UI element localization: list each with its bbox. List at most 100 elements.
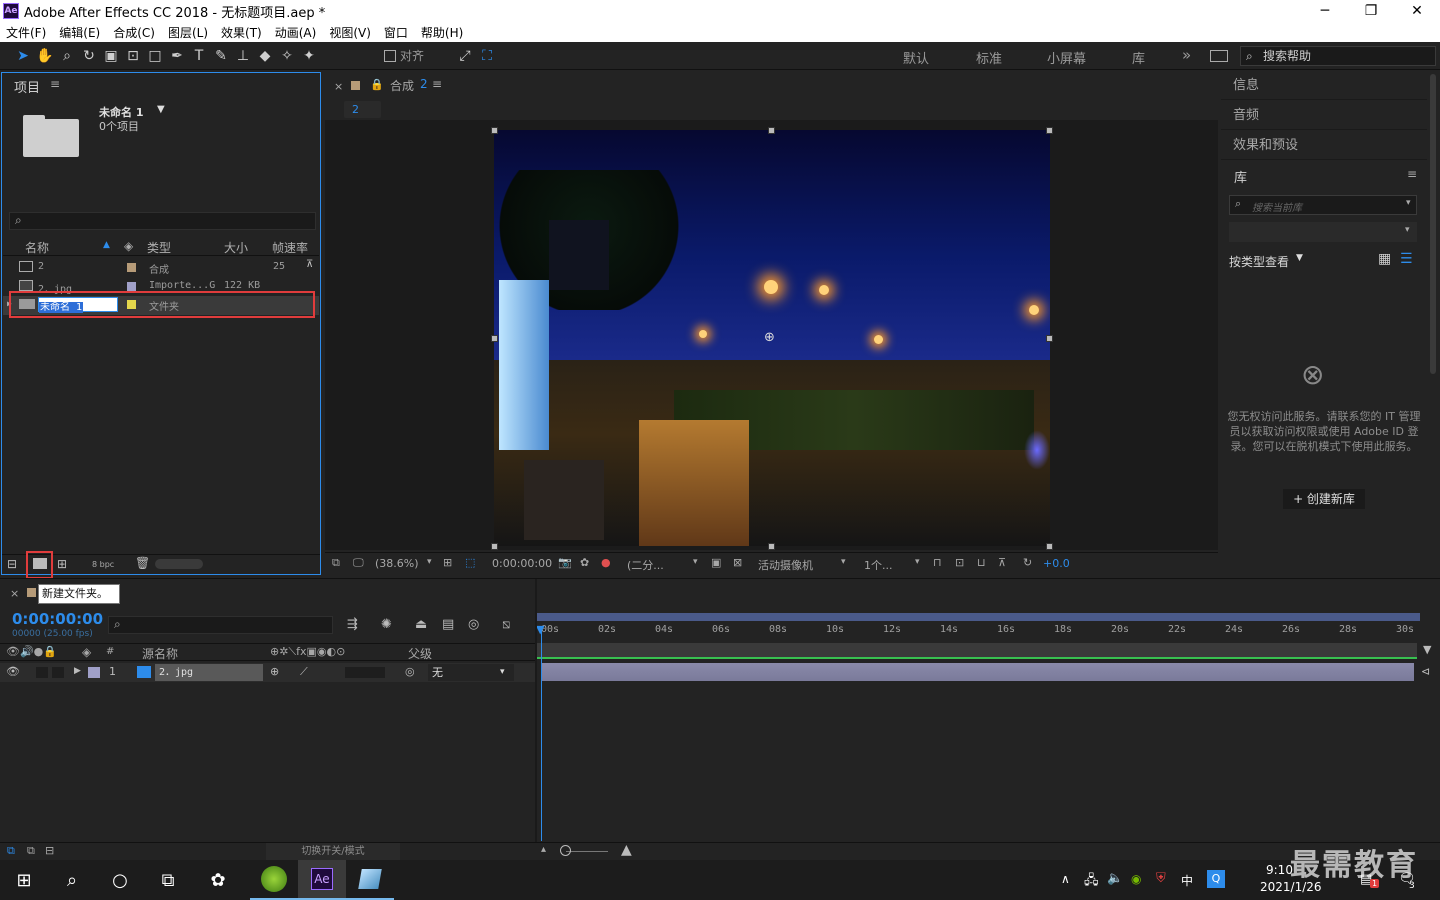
always-preview-icon[interactable]: ⧉ (332, 556, 340, 570)
workspace-library[interactable]: 库 (1132, 48, 1145, 67)
menu-help[interactable]: 帮助(H) (421, 24, 463, 41)
menu-view[interactable]: 视图(V) (329, 24, 371, 41)
close-tab-icon[interactable]: × (10, 587, 19, 600)
reset-exposure-icon[interactable]: ↻ (1023, 556, 1032, 569)
maximize-button[interactable]: ❐ (1348, 0, 1394, 22)
clone-stamp-tool-icon[interactable]: ⊥ (232, 45, 254, 67)
info-panel-tab[interactable]: 信息 (1221, 72, 1427, 100)
snapshot-icon[interactable]: 📷 (558, 556, 572, 569)
mask-visibility-icon[interactable]: ⬚ (465, 556, 475, 569)
in-out-pane-icon[interactable]: ⊟ (45, 844, 54, 857)
graph-editor-icon[interactable]: ⧅ (502, 617, 510, 632)
camera-dropdown[interactable]: 活动摄像机 (758, 557, 813, 573)
chevron-down-icon[interactable]: ▼ (1296, 253, 1303, 263)
panel-menu-icon[interactable]: ≡ (432, 77, 442, 91)
column-type[interactable]: 类型 (147, 239, 171, 256)
grid-view-icon[interactable]: ▦ (1378, 251, 1391, 267)
column-name[interactable]: 名称 (25, 239, 49, 256)
chevron-down-icon[interactable]: ▼ (157, 104, 165, 115)
modes-pane-icon[interactable]: ⧉ (27, 844, 35, 858)
draft-3d-icon[interactable]: ✺ (381, 617, 392, 632)
eraser-tool-icon[interactable]: ◆ (254, 45, 276, 67)
rectangle-tool-icon[interactable]: □ (144, 45, 166, 67)
comp-flowchart-icon[interactable]: ⇶ (347, 617, 358, 632)
transform-handle[interactable] (491, 335, 498, 342)
layer-label-swatch[interactable] (88, 667, 100, 678)
source-name-column[interactable]: 源名称 (142, 645, 178, 662)
timeline-divider[interactable] (535, 579, 537, 843)
menu-effect[interactable]: 效果(T) (221, 24, 262, 41)
resolution-dropdown[interactable]: (二分... (627, 557, 664, 573)
qq-icon[interactable]: Q (1207, 870, 1225, 888)
shy-layers-icon[interactable]: ⏏ (415, 617, 427, 632)
playhead-icon[interactable]: ▼ (536, 623, 544, 636)
bit-depth-button[interactable]: 8 bpc (92, 560, 114, 569)
pan-behind-tool-icon[interactable]: ⊡ (122, 45, 144, 67)
layer-name[interactable]: 2．jpg (155, 664, 263, 681)
fit-view-icon[interactable]: ⊞ (443, 556, 452, 569)
zoom-out-icon[interactable]: ▴ (541, 844, 546, 855)
zoom-tool-icon[interactable]: ⌕ (56, 45, 78, 67)
time-ruler[interactable]: 00s 02s 04s 06s 08s 10s 12s 14s 16s 18s 20s 22s 24s 2… (537, 623, 1420, 641)
audio-toggle[interactable] (36, 667, 48, 678)
zoom-in-icon[interactable]: ▲ (621, 842, 632, 858)
workspace-standard[interactable]: 标准 (976, 48, 1002, 67)
snap-icon[interactable]: ⤢ (454, 45, 476, 67)
layer-duration-bar[interactable] (542, 663, 1414, 681)
library-search-input[interactable]: ⌕ 搜索当前库 ▾ (1229, 195, 1417, 215)
project-item-row[interactable]: 2 合成 25 ⊼ (3, 259, 319, 278)
solo-toggle[interactable] (52, 667, 64, 678)
windows-start-icon[interactable]: ⊞ (0, 860, 48, 900)
rotate-tool-icon[interactable]: ↻ (78, 45, 100, 67)
clock-time[interactable]: 9:10 (1266, 863, 1293, 877)
nvidia-icon[interactable]: ◉ (1131, 872, 1141, 886)
ime-indicator[interactable]: 中 (1181, 872, 1193, 889)
column-fps[interactable]: 帧速率 (272, 239, 308, 256)
flowchart-icon[interactable]: ⊼ (998, 556, 1006, 569)
menu-file[interactable]: 文件(F) (6, 24, 46, 41)
transparency-grid-icon[interactable]: ⊠ (733, 556, 742, 569)
chevron-down-icon[interactable]: ▾ (427, 557, 432, 567)
transform-handle[interactable] (491, 127, 498, 134)
comp-tab-name[interactable]: 2 (420, 77, 428, 91)
views-dropdown[interactable]: 1个... (864, 557, 893, 573)
column-size[interactable]: 大小 (224, 239, 248, 256)
type-tool-icon[interactable]: T (188, 45, 210, 67)
region-of-interest-icon[interactable]: ▣ (711, 556, 721, 569)
close-button[interactable]: ✕ (1394, 0, 1440, 22)
timeline-layer-row[interactable]: 👁 ▶ 1 2．jpg ⊕ ⟋ ◎ 无 ▾ (0, 663, 535, 682)
hand-tool-icon[interactable]: ✋ (34, 45, 56, 67)
zoom-slider-handle[interactable] (560, 845, 571, 856)
menu-window[interactable]: 窗口 (384, 24, 408, 41)
timeline-search-input[interactable]: ⌕ (108, 616, 333, 634)
parent-dropdown[interactable]: 无 ▾ (428, 664, 514, 681)
show-hidden-icons[interactable]: ∧ (1061, 872, 1070, 886)
workspace-overflow-icon[interactable]: » (1182, 46, 1191, 64)
panel-menu-icon[interactable]: ≡ (50, 77, 60, 91)
comp-tab-label[interactable]: 合成 (390, 77, 414, 94)
menu-composition[interactable]: 合成(C) (113, 24, 155, 41)
av-switches-icon[interactable]: 👁🔊●🔒 (6, 645, 57, 658)
workspace-small-screen[interactable]: 小屏幕 (1047, 48, 1086, 67)
search-icon[interactable]: ⌕ (48, 860, 96, 900)
monitor-icon[interactable]: 🖵 (353, 556, 364, 570)
pen-tool-icon[interactable]: ✒ (166, 45, 188, 67)
chevron-down-icon[interactable]: ▾ (841, 557, 846, 567)
timeline-zoom-slider[interactable] (566, 851, 608, 852)
layer-switches-pane-icon[interactable]: ⧉ (7, 844, 15, 858)
current-time-indicator[interactable] (541, 627, 542, 841)
puppet-tool-icon[interactable]: ✦ (298, 45, 320, 67)
label-color-swatch[interactable] (127, 282, 136, 291)
lock-icon[interactable]: 🔒 (370, 78, 384, 91)
toggle-pixel-aspect-icon[interactable]: ⊓ (933, 556, 942, 569)
comp-breadcrumb[interactable]: 2 (344, 101, 381, 118)
library-dropdown[interactable]: ▾ (1229, 222, 1417, 242)
layer-switches[interactable] (345, 667, 385, 678)
current-time-display[interactable]: 0:00:00:00 (492, 557, 552, 570)
align-checkbox[interactable] (384, 49, 396, 62)
panel-menu-icon[interactable]: ≡ (1407, 167, 1417, 181)
transform-handle[interactable] (1046, 127, 1053, 134)
parent-column[interactable]: 父级 (408, 645, 432, 662)
task-view-icon[interactable]: ⧉ (144, 860, 192, 900)
project-search-input[interactable]: ⌕ (9, 212, 316, 230)
